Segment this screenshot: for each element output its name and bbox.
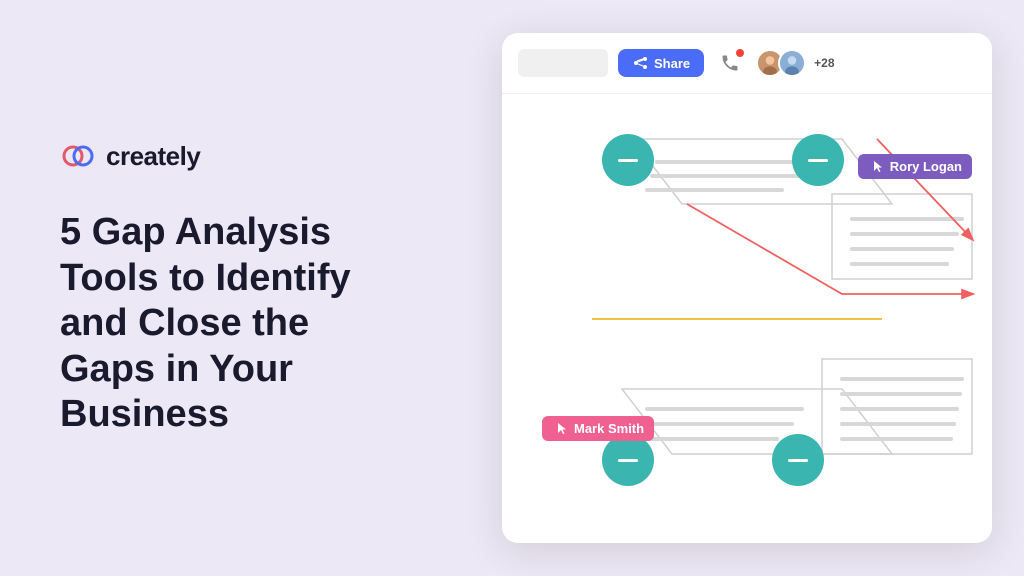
mark-name: Mark Smith: [574, 421, 644, 436]
logo-area: creately: [60, 138, 410, 174]
cursor-icon-mark: [558, 423, 568, 435]
teal-circle-3: [602, 434, 654, 486]
call-button[interactable]: [714, 47, 746, 79]
creately-logo-icon: [60, 138, 96, 174]
page-title: 5 Gap Analysis Tools to Identify and Clo…: [60, 210, 410, 438]
diagram-card: Share: [502, 33, 992, 543]
user-label-rory: Rory Logan: [858, 154, 972, 179]
diagram-area: Rory Logan Mark Smith: [502, 94, 992, 543]
call-active-dot: [736, 49, 744, 57]
share-label: Share: [654, 56, 690, 71]
toolbar-input-placeholder[interactable]: [518, 49, 608, 77]
share-icon: [632, 55, 648, 71]
left-panel: creately 5 Gap Analysis Tools to Identif…: [0, 88, 470, 488]
teal-circle-4: [772, 434, 824, 486]
avatar-count: +28: [814, 56, 834, 70]
avatar-2-image: [780, 49, 804, 77]
toolbar: Share: [502, 33, 992, 94]
share-button[interactable]: Share: [618, 49, 704, 77]
avatar-stack: [756, 49, 806, 77]
avatar-2: [778, 49, 806, 77]
rory-name: Rory Logan: [890, 159, 962, 174]
cursor-icon-rory: [874, 161, 884, 173]
avatar-group: +28: [756, 49, 834, 77]
right-panel: Share: [470, 0, 1024, 576]
logo-text: creately: [106, 141, 200, 172]
user-label-mark: Mark Smith: [542, 416, 654, 441]
teal-circle-2: [792, 134, 844, 186]
teal-circle-1: [602, 134, 654, 186]
